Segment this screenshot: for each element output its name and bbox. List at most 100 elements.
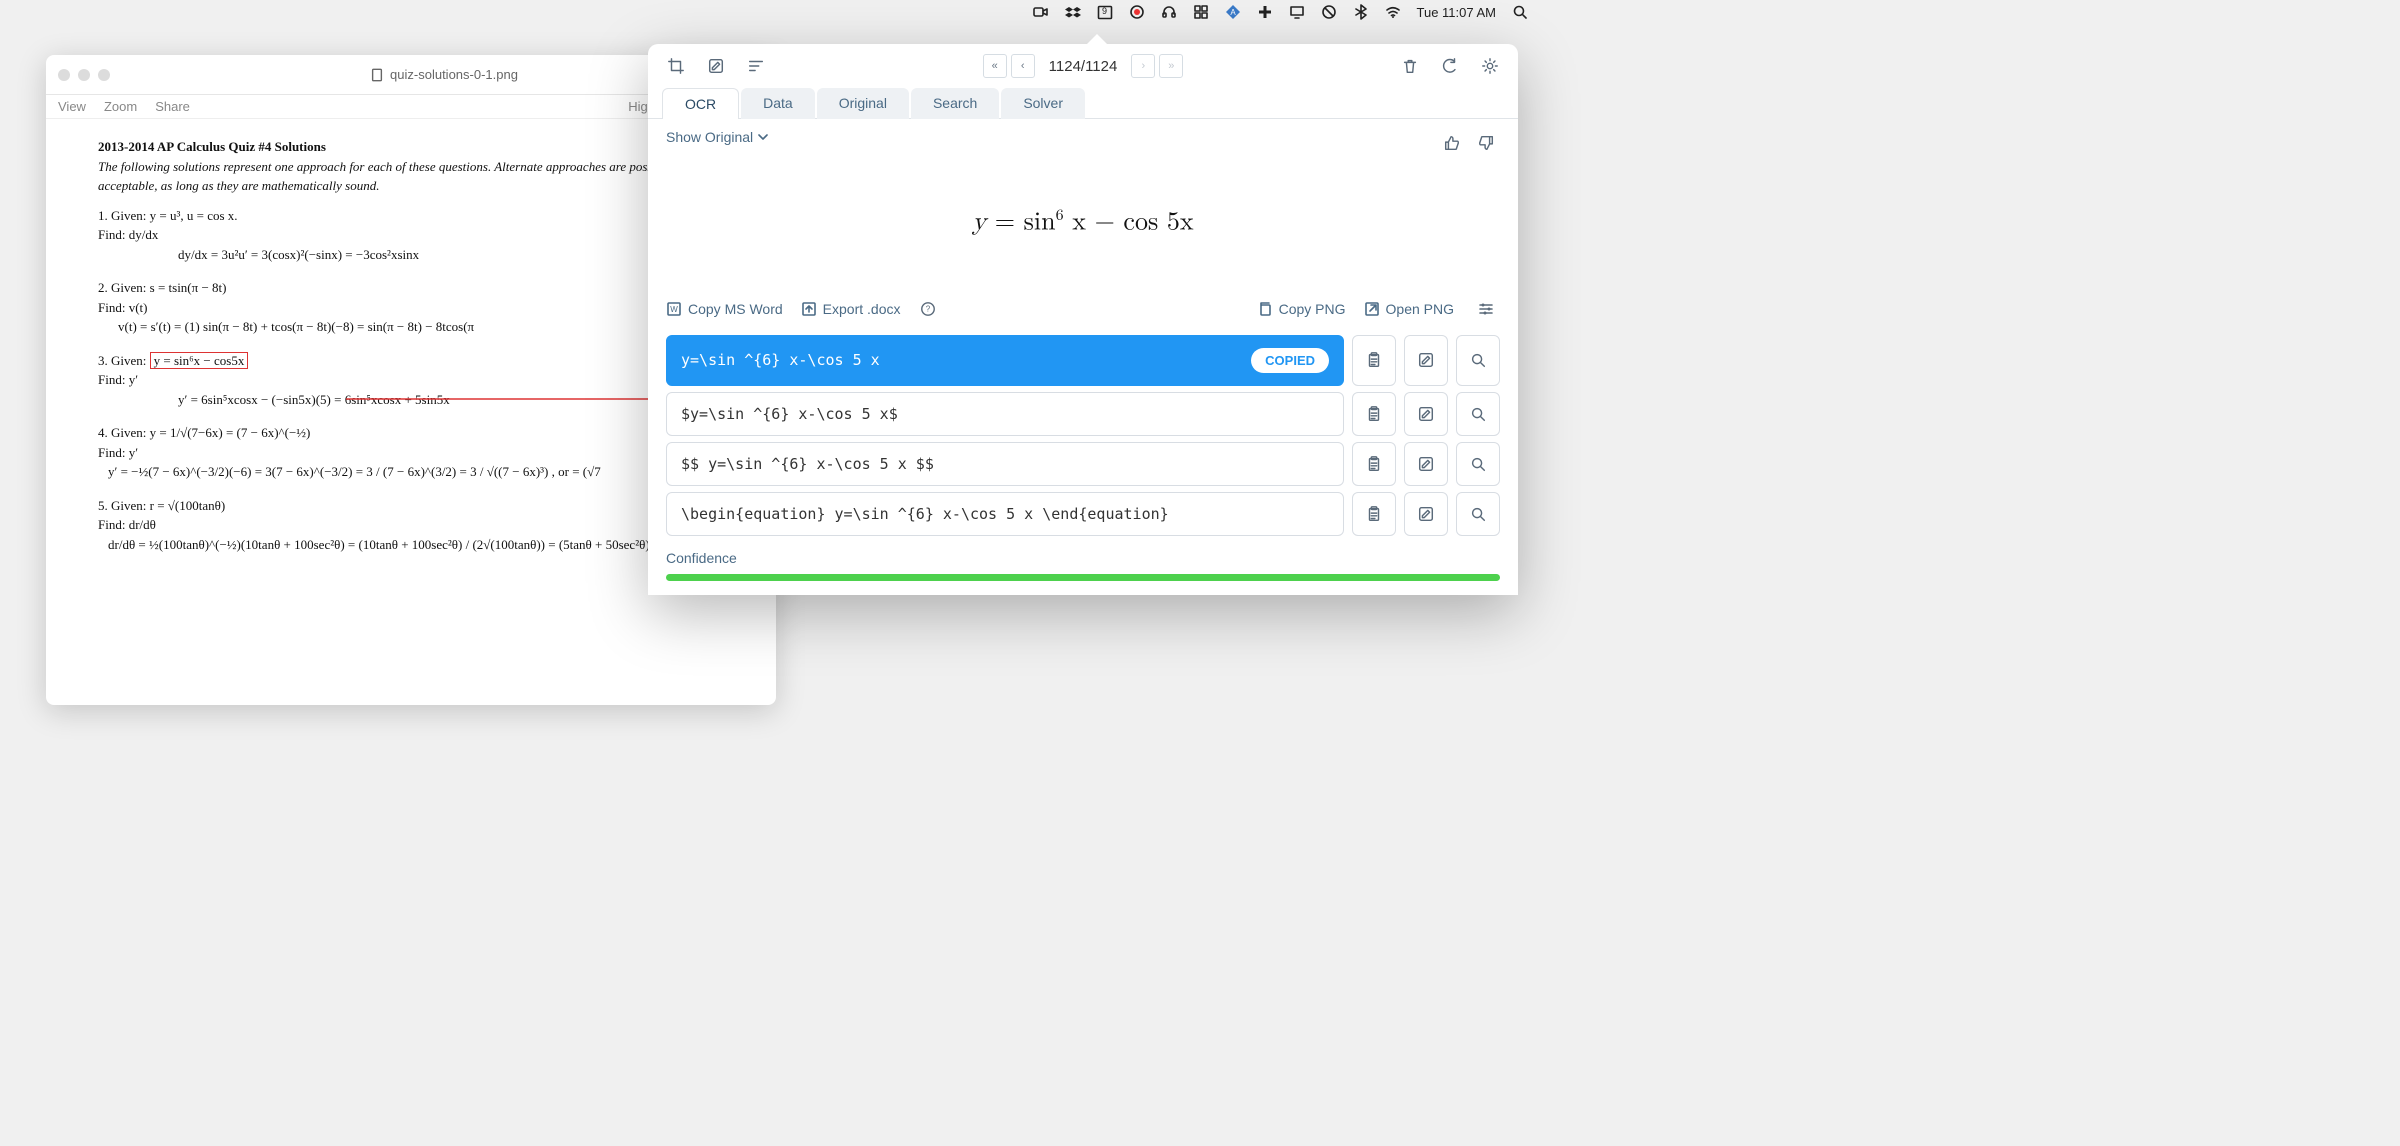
- eq-p3: x − cos 5x: [1064, 210, 1194, 236]
- show-original-toggle[interactable]: Show Original: [666, 129, 769, 145]
- nav-first[interactable]: «: [983, 54, 1007, 78]
- help-icon[interactable]: ?: [919, 300, 937, 318]
- video-icon[interactable]: [1033, 4, 1049, 20]
- item3-highlighted-eq: y = sin⁶x − cos5x: [150, 352, 249, 369]
- tab-search[interactable]: Search: [911, 88, 999, 119]
- chevron-down-icon: [757, 131, 769, 143]
- nav-last[interactable]: »: [1159, 54, 1183, 78]
- headphones-icon[interactable]: [1161, 4, 1177, 20]
- export-icon: [801, 301, 817, 317]
- item3-given: 3. Given: y = sin⁶x − cos5x: [98, 351, 724, 371]
- item4-given: 4. Given: y = 1/√(7−6x) = (7 − 6x)^(−½): [98, 423, 724, 443]
- item1-given: 1. Given: y = u³, u = cos x.: [98, 206, 724, 226]
- confidence-section: Confidence: [666, 550, 1500, 581]
- thumbs-down-icon[interactable]: [1472, 129, 1500, 157]
- item2-sol: v(t) = s′(t) = (1) sin(π − 8t) + tcos(π …: [118, 317, 724, 337]
- code-cell-2[interactable]: $$ y=\sin ^{6} x-\cos 5 x $$: [666, 442, 1344, 486]
- copy-msword-label: Copy MS Word: [688, 301, 783, 317]
- word-icon: W: [666, 301, 682, 317]
- row3-edit-icon[interactable]: [1404, 492, 1448, 536]
- row2-clipboard-icon[interactable]: [1352, 442, 1396, 486]
- no-entry-icon[interactable]: [1321, 4, 1337, 20]
- copy-png-button[interactable]: Copy PNG: [1257, 301, 1346, 317]
- item3-sol: y′ = 6sin⁵xcosx − (−sin5x)(5) = 6sin⁵xco…: [178, 390, 724, 410]
- row1-clipboard-icon[interactable]: [1352, 392, 1396, 436]
- row2-edit-icon[interactable]: [1404, 442, 1448, 486]
- monitor-icon[interactable]: [1289, 4, 1305, 20]
- code-cell-1[interactable]: $y=\sin ^{6} x-\cos 5 x$: [666, 392, 1344, 436]
- grid-icon[interactable]: [1193, 4, 1209, 20]
- tab-data[interactable]: Data: [741, 88, 815, 119]
- code-row-2: $$ y=\sin ^{6} x-\cos 5 x $$: [666, 442, 1500, 486]
- item2-find: Find: v(t): [98, 298, 724, 318]
- sliders-icon[interactable]: [1472, 295, 1500, 323]
- tool-zoom[interactable]: Zoom: [104, 99, 137, 114]
- calendar-badge: 9: [1097, 6, 1113, 16]
- tool-view[interactable]: View: [58, 99, 86, 114]
- diamond-icon[interactable]: A: [1225, 4, 1241, 20]
- confidence-label: Confidence: [666, 550, 737, 566]
- crop-icon[interactable]: [662, 52, 690, 80]
- code-row-0: y=\sin ^{6} x-\cos 5 x COPIED: [666, 335, 1500, 386]
- row3-search-icon[interactable]: [1456, 492, 1500, 536]
- svg-text:W: W: [670, 305, 678, 314]
- tab-solver[interactable]: Solver: [1001, 88, 1085, 119]
- row0-clipboard-icon[interactable]: [1352, 335, 1396, 386]
- wifi-icon[interactable]: [1385, 4, 1401, 20]
- row0-edit-icon[interactable]: [1404, 335, 1448, 386]
- page-count: 1124/1124: [1049, 58, 1118, 75]
- calendar-icon[interactable]: 9: [1097, 4, 1113, 20]
- item3-find: Find: y′: [98, 370, 724, 390]
- code-text-0: y=\sin ^{6} x-\cos 5 x: [681, 351, 880, 369]
- code-row-3: \begin{equation} y=\sin ^{6} x-\cos 5 x …: [666, 492, 1500, 536]
- clock-text[interactable]: Tue 11:07 AM: [1417, 5, 1497, 20]
- macos-menubar: 9 A Tue 11:07 AM: [1021, 0, 1561, 24]
- traffic-minimize[interactable]: [78, 69, 90, 81]
- edit-icon[interactable]: [702, 52, 730, 80]
- thumbs-up-icon[interactable]: [1438, 129, 1466, 157]
- sort-icon[interactable]: [742, 52, 770, 80]
- traffic-zoom[interactable]: [98, 69, 110, 81]
- row2-search-icon[interactable]: [1456, 442, 1500, 486]
- doc-subtitle: The following solutions represent one ap…: [98, 157, 724, 196]
- eq-p2: 6: [1056, 208, 1064, 224]
- row3-clipboard-icon[interactable]: [1352, 492, 1396, 536]
- row1-edit-icon[interactable]: [1404, 392, 1448, 436]
- code-text-1: $y=\sin ^{6} x-\cos 5 x$: [681, 405, 898, 423]
- copy-icon: [1257, 301, 1273, 317]
- row0-search-icon[interactable]: [1456, 335, 1500, 386]
- tab-original[interactable]: Original: [817, 88, 909, 119]
- nav-prev[interactable]: ‹: [1011, 54, 1035, 78]
- code-list: y=\sin ^{6} x-\cos 5 x COPIED $y=\sin ^{…: [666, 335, 1500, 536]
- copy-msword-button[interactable]: W Copy MS Word: [666, 301, 783, 317]
- window-title: quiz-solutions-0-1.png: [390, 67, 518, 82]
- gear-icon[interactable]: [1476, 52, 1504, 80]
- plus-icon[interactable]: [1257, 4, 1273, 20]
- refresh-icon[interactable]: [1436, 52, 1464, 80]
- copy-png-label: Copy PNG: [1279, 301, 1346, 317]
- export-docx-button[interactable]: Export .docx: [801, 301, 901, 317]
- tool-share[interactable]: Share: [155, 99, 190, 114]
- open-png-button[interactable]: Open PNG: [1364, 301, 1454, 317]
- export-docx-label: Export .docx: [823, 301, 901, 317]
- record-icon[interactable]: [1129, 4, 1145, 20]
- item5-sol: dr/dθ = ½(100tanθ)^(−½)(10tanθ + 100sec²…: [108, 535, 724, 555]
- code-cell-0[interactable]: y=\sin ^{6} x-\cos 5 x COPIED: [666, 335, 1344, 386]
- tab-ocr[interactable]: OCR: [662, 88, 739, 119]
- code-cell-3[interactable]: \begin{equation} y=\sin ^{6} x-\cos 5 x …: [666, 492, 1344, 536]
- item4-find: Find: y′: [98, 443, 724, 463]
- bluetooth-icon[interactable]: [1353, 4, 1369, 20]
- traffic-close[interactable]: [58, 69, 70, 81]
- code-text-2: $$ y=\sin ^{6} x-\cos 5 x $$: [681, 455, 934, 473]
- item5-find: Find: dr/dθ: [98, 515, 724, 535]
- spotlight-icon[interactable]: [1512, 4, 1528, 20]
- ocr-tabs: OCR Data Original Search Solver: [648, 88, 1518, 119]
- nav-next[interactable]: ›: [1131, 54, 1155, 78]
- ocr-panel: « ‹ 1124/1124 › » OCR Data Original Sear…: [648, 44, 1518, 595]
- dropbox-icon[interactable]: [1065, 4, 1081, 20]
- row1-search-icon[interactable]: [1456, 392, 1500, 436]
- doc-heading: 2013-2014 AP Calculus Quiz #4 Solutions: [98, 137, 724, 157]
- open-icon: [1364, 301, 1380, 317]
- trash-icon[interactable]: [1396, 52, 1424, 80]
- item2-given: 2. Given: s = tsin(π − 8t): [98, 278, 724, 298]
